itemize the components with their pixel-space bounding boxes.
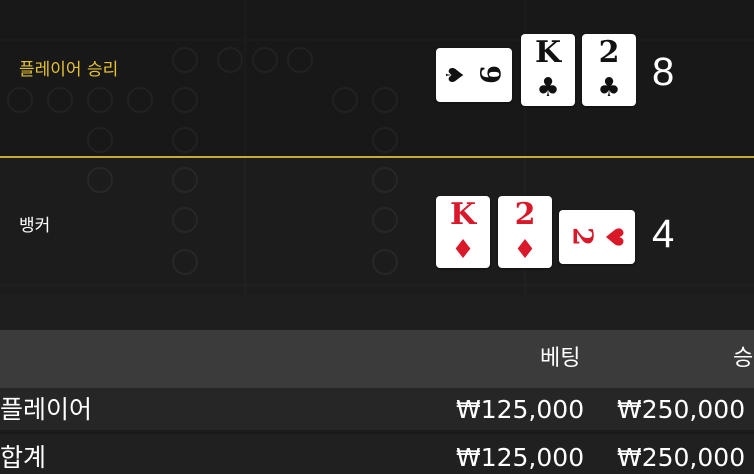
table-total-row: 합계 ₩125,000 ₩250,000 (0, 432, 754, 474)
player-card-2: K ♣ (521, 34, 575, 106)
player-hand-score: 8 (652, 50, 675, 94)
total-label: 합계 (0, 443, 47, 472)
game-result-stage: 플레이어 승리 뱅커 ♠ 9 K ♣ 2 ♣ 8 K ♦ 2 ♦ 2 ♥ 4 (0, 0, 754, 330)
row-win-amount: ₩250,000 (617, 395, 746, 424)
banker-card-3-suit: ♥ (600, 226, 628, 248)
player-card-2-rank: K (534, 35, 562, 70)
player-card-3: 2 ♣ (582, 34, 636, 106)
banker-hand-score: 4 (652, 212, 675, 256)
banker-card-2-rank: 2 (514, 197, 536, 232)
player-card-3-suit: ♣ (597, 73, 621, 103)
banker-hand-label: 뱅커 (19, 216, 51, 236)
results-table-header: 베팅 승 (0, 330, 754, 388)
banker-card-1: K ♦ (436, 196, 490, 268)
row-bet-amount: ₩125,000 (456, 395, 585, 424)
bet-column-header: 베팅 (540, 346, 581, 371)
banker-card-1-suit: ♦ (451, 235, 475, 265)
banker-card-3: 2 ♥ (559, 210, 635, 264)
total-bet-amount: ₩125,000 (456, 443, 585, 472)
player-card-1-suit: ♠ (440, 64, 468, 86)
banker-card-1-rank: K (449, 197, 477, 232)
player-card-3-rank: 2 (598, 35, 620, 70)
banker-card-2-suit: ♦ (513, 235, 537, 265)
player-card-1: ♠ 9 (436, 48, 512, 102)
player-hand-label: 플레이어 승리 (19, 60, 119, 80)
player-card-1-rank: 9 (473, 65, 505, 84)
roadmap-strip (0, 294, 754, 330)
table-row: 플레이어 ₩125,000 ₩250,000 (0, 388, 754, 430)
win-column-header: 승 (733, 346, 754, 371)
player-card-2-suit: ♣ (536, 73, 560, 103)
banker-card-3-rank: 2 (566, 227, 598, 246)
row-label: 플레이어 (0, 395, 93, 424)
total-win-amount: ₩250,000 (617, 443, 746, 472)
banker-hand-panel (0, 158, 754, 294)
banker-card-2: 2 ♦ (498, 196, 552, 268)
